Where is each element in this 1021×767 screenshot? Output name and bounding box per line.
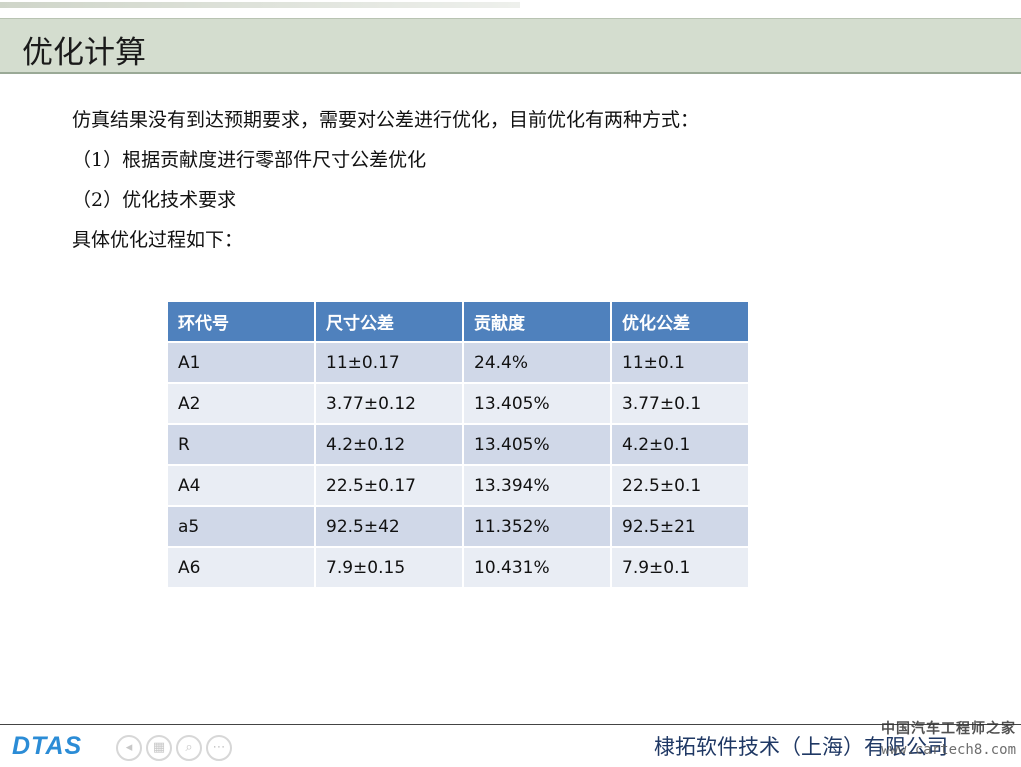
cell-dimension-tolerance: 22.5±0.17 (316, 466, 462, 505)
cell-contribution: 10.431% (464, 548, 610, 587)
slide-title: 优化计算 (22, 35, 146, 71)
cell-chain-code: R (168, 425, 314, 464)
slide-nav-controls: ◂ ▦ ⌕ ⋯ (116, 735, 232, 761)
cell-contribution: 24.4% (464, 343, 610, 382)
header-optimized-tolerance: 优化公差 (612, 302, 748, 341)
paragraph-process: 具体优化过程如下： (72, 229, 244, 251)
more-icon[interactable]: ⋯ (206, 735, 232, 761)
paragraph-method-1: （1）根据贡献度进行零部件尺寸公差优化 (72, 149, 427, 171)
cell-contribution: 13.394% (464, 466, 610, 505)
watermark-url: www.cartech8.com (881, 742, 1016, 758)
table-header-row: 环代号 尺寸公差 贡献度 优化公差 (168, 302, 748, 341)
paragraph-method-2: （2）优化技术要求 (72, 189, 237, 211)
cell-chain-code: A4 (168, 466, 314, 505)
tolerance-table: 环代号 尺寸公差 贡献度 优化公差 A1 11±0.17 24.4% 11±0.… (166, 300, 750, 589)
cell-optimized-tolerance: 11±0.1 (612, 343, 748, 382)
zoom-icon[interactable]: ⌕ (176, 735, 202, 761)
cell-contribution: 13.405% (464, 425, 610, 464)
cell-dimension-tolerance: 7.9±0.15 (316, 548, 462, 587)
cell-contribution: 13.405% (464, 384, 610, 423)
cell-dimension-tolerance: 11±0.17 (316, 343, 462, 382)
table-row: R 4.2±0.12 13.405% 4.2±0.1 (168, 425, 748, 464)
cell-dimension-tolerance: 4.2±0.12 (316, 425, 462, 464)
table-row: A6 7.9±0.15 10.431% 7.9±0.1 (168, 548, 748, 587)
header-dimension-tolerance: 尺寸公差 (316, 302, 462, 341)
cell-optimized-tolerance: 4.2±0.1 (612, 425, 748, 464)
cell-optimized-tolerance: 3.77±0.1 (612, 384, 748, 423)
header-chain-code: 环代号 (168, 302, 314, 341)
cell-optimized-tolerance: 7.9±0.1 (612, 548, 748, 587)
cell-chain-code: A6 (168, 548, 314, 587)
watermark-text: 中国汽车工程师之家 (881, 721, 1016, 737)
watermark: 中国汽车工程师之家 www.cartech8.com (868, 718, 1016, 758)
header-contribution: 贡献度 (464, 302, 610, 341)
cell-optimized-tolerance: 22.5±0.1 (612, 466, 748, 505)
back-icon[interactable]: ◂ (116, 735, 142, 761)
top-decorative-rule (0, 2, 520, 8)
cell-chain-code: a5 (168, 507, 314, 546)
table-row: A1 11±0.17 24.4% 11±0.1 (168, 343, 748, 382)
dtas-logo: DTAS (12, 732, 82, 761)
body-text: 仿真结果没有到达预期要求，需要对公差进行优化，目前优化有两种方式： （1）根据贡… (72, 100, 972, 260)
table-row: A4 22.5±0.17 13.394% 22.5±0.1 (168, 466, 748, 505)
cell-contribution: 11.352% (464, 507, 610, 546)
paragraph-intro: 仿真结果没有到达预期要求，需要对公差进行优化，目前优化有两种方式： (72, 109, 700, 131)
logo-text: DTAS (12, 732, 83, 760)
cell-dimension-tolerance: 3.77±0.12 (316, 384, 462, 423)
table-row: A2 3.77±0.12 13.405% 3.77±0.1 (168, 384, 748, 423)
cell-chain-code: A2 (168, 384, 314, 423)
grid-icon[interactable]: ▦ (146, 735, 172, 761)
cell-optimized-tolerance: 92.5±21 (612, 507, 748, 546)
table-row: a5 92.5±42 11.352% 92.5±21 (168, 507, 748, 546)
cell-dimension-tolerance: 92.5±42 (316, 507, 462, 546)
title-bar: 优化计算 (0, 18, 1021, 74)
cell-chain-code: A1 (168, 343, 314, 382)
